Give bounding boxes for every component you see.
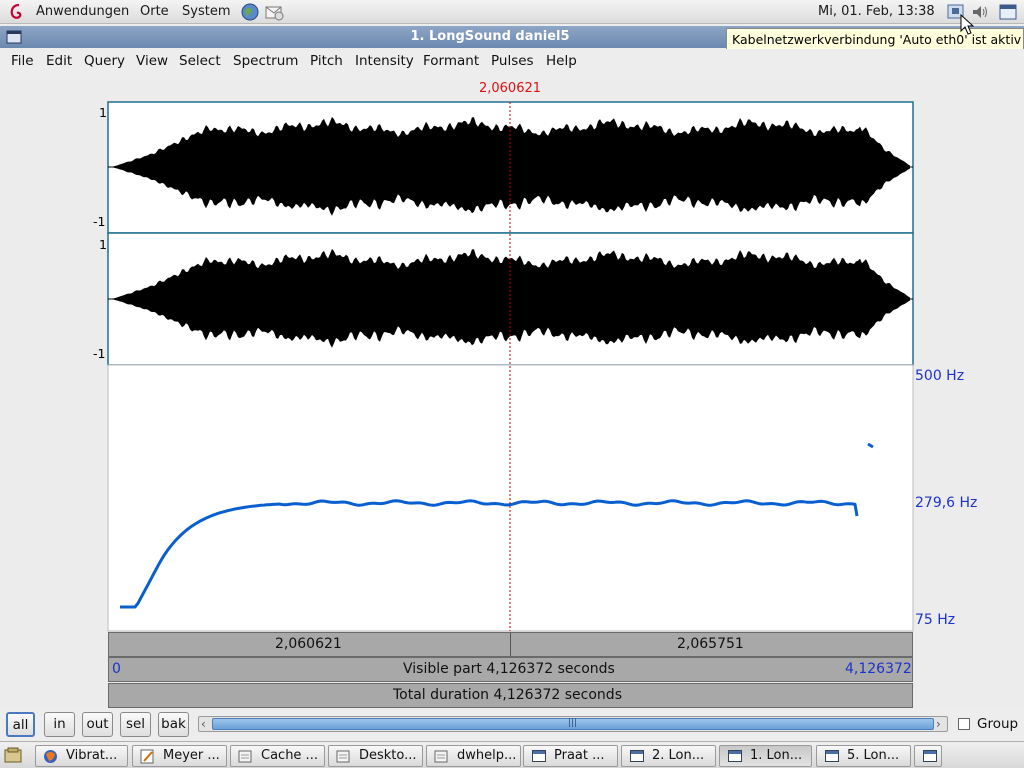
- task-label: Praat ...: [554, 748, 605, 763]
- time-scrollbar[interactable]: ‹ ||| ›: [198, 716, 948, 732]
- task-label: Meyer ...: [163, 748, 220, 763]
- zoom-out-button[interactable]: out: [82, 712, 113, 737]
- visible-part-bar[interactable]: 0 Visible part 4,126372 seconds 4,126372: [108, 657, 913, 682]
- group-checkbox[interactable]: [958, 718, 970, 730]
- time-bar-right[interactable]: 2,065751: [677, 636, 744, 652]
- window-icon: [630, 750, 644, 762]
- channel-2-waveform: [112, 248, 910, 348]
- file-manager-icon: [336, 750, 350, 763]
- task-cache[interactable]: Cache ...: [230, 745, 325, 767]
- zoom-back-button[interactable]: bak: [158, 712, 189, 737]
- task-vibrato[interactable]: Vibrat...: [35, 745, 128, 767]
- scroll-thumb[interactable]: |||: [212, 718, 934, 730]
- channel-1-min-label: -1: [93, 214, 106, 229]
- task-desktop[interactable]: Deskto...: [328, 745, 423, 767]
- channel-2-max-label: 1: [99, 237, 107, 252]
- group-label: Group: [977, 716, 1019, 732]
- task-meyer[interactable]: Meyer ...: [132, 745, 227, 767]
- show-desktop-icon[interactable]: [4, 747, 22, 763]
- task-longsound-1[interactable]: 1. Lon...: [719, 745, 812, 767]
- task-dwhelp[interactable]: dwhelp...: [426, 745, 521, 767]
- cursor-time-bar[interactable]: 2,060621 2,065751: [108, 632, 913, 657]
- cursor-time-label: 2,060621: [478, 81, 542, 96]
- mouse-pointer-icon: [960, 14, 974, 35]
- window-icon: [923, 750, 937, 762]
- channel-2-min-label: -1: [93, 346, 106, 361]
- taskbar: Vibrat... Meyer ... Cache ... Deskto... …: [0, 741, 1024, 768]
- total-duration-label: Total duration 4,126372 seconds: [393, 687, 622, 703]
- window-icon: [532, 750, 546, 762]
- task-label: 5. Lon...: [847, 748, 900, 763]
- task-label: Cache ...: [261, 748, 318, 763]
- visible-end-label: 4,126372: [845, 661, 912, 677]
- task-label: dwhelp...: [457, 748, 517, 763]
- scroll-grip-icon: |||: [568, 718, 578, 728]
- time-bar-left[interactable]: 2,060621: [275, 636, 342, 652]
- visible-part-label: Visible part 4,126372 seconds: [403, 661, 615, 677]
- zoom-selection-button[interactable]: sel: [120, 712, 151, 737]
- scroll-right-icon[interactable]: ›: [936, 717, 941, 731]
- window-icon: [825, 750, 839, 762]
- file-manager-icon: [238, 750, 252, 763]
- task-longsound-5[interactable]: 5. Lon...: [816, 745, 911, 767]
- task-praat[interactable]: Praat ...: [523, 745, 618, 767]
- zoom-in-button[interactable]: in: [44, 712, 75, 737]
- window-icon: [728, 750, 742, 762]
- text-editor-icon: [140, 749, 154, 764]
- pitch-max-label: 500 Hz: [915, 368, 965, 384]
- task-longsound-2[interactable]: 2. Lon...: [621, 745, 716, 767]
- total-duration-bar[interactable]: Total duration 4,126372 seconds: [108, 683, 913, 708]
- time-bar-divider: [510, 633, 511, 656]
- pitch-mid-label: 279,6 Hz: [915, 495, 978, 511]
- task-label: Deskto...: [359, 748, 417, 763]
- pitch-min-label: 75 Hz: [915, 612, 956, 628]
- file-manager-icon: [434, 750, 448, 763]
- channel-1-max-label: 1: [99, 105, 107, 120]
- firefox-icon: [44, 750, 57, 763]
- task-label: 2. Lon...: [652, 748, 705, 763]
- task-extra[interactable]: [914, 745, 942, 767]
- task-label: 1. Lon...: [750, 748, 803, 763]
- task-label: Vibrat...: [66, 748, 118, 763]
- zoom-all-button[interactable]: all: [6, 712, 35, 737]
- visible-start-label: 0: [112, 661, 121, 677]
- channel-1-waveform: [112, 116, 910, 216]
- scroll-left-icon[interactable]: ‹: [201, 717, 206, 731]
